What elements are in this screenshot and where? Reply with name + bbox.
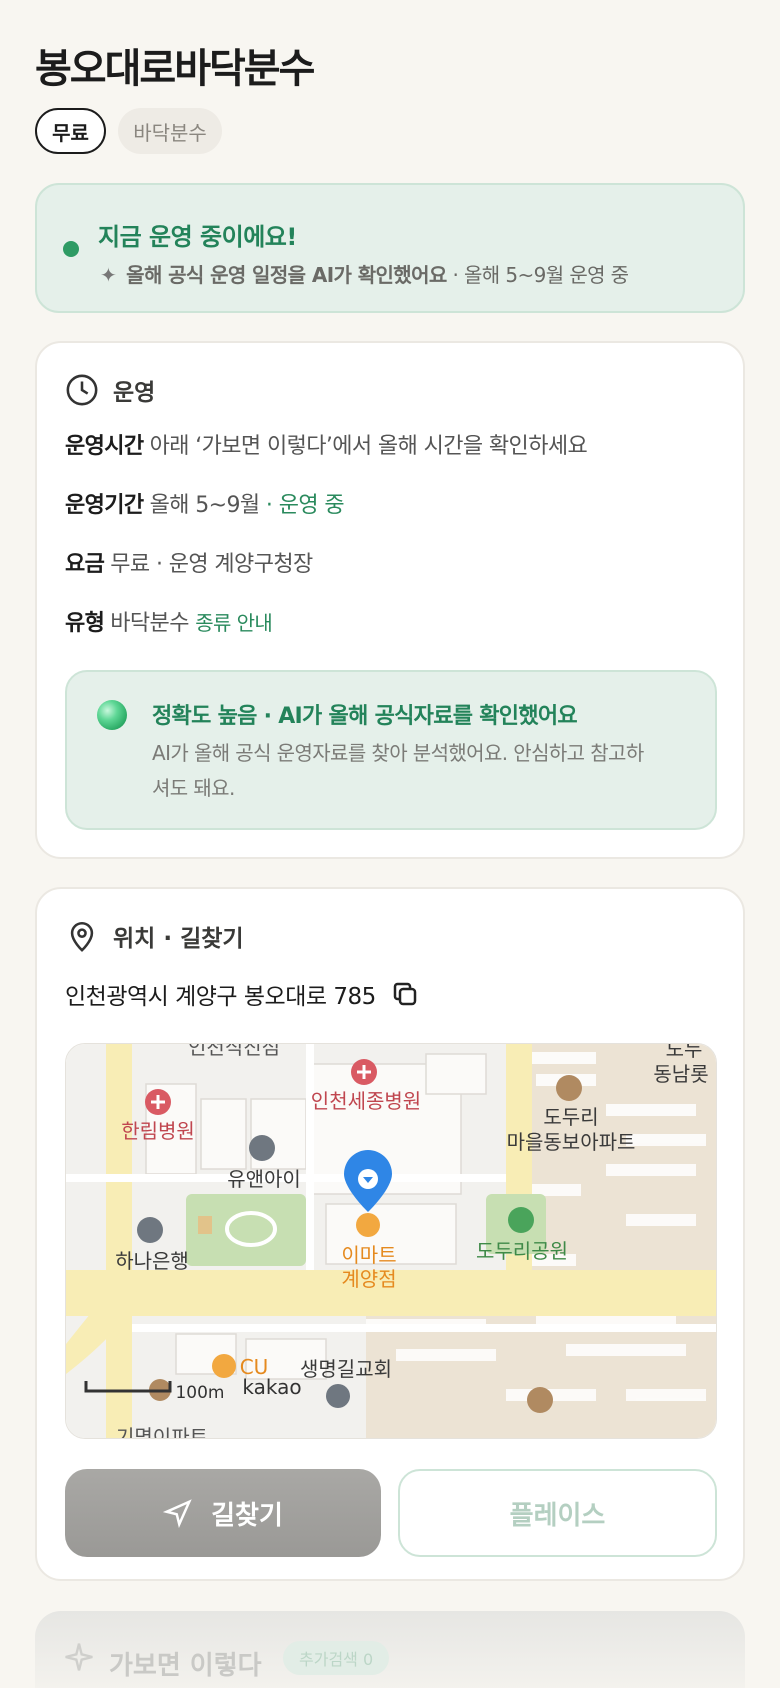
type-label: 유형 xyxy=(65,611,105,636)
label-mart2: 계양점 xyxy=(341,1267,396,1291)
address-text: 인천광역시 계양구 봉오대로 785 xyxy=(65,984,376,1010)
fee-label: 요금 xyxy=(65,552,105,577)
type-row: 유형 바닥분수 종류 안내 xyxy=(65,605,273,637)
label-mart1: 이마트 xyxy=(341,1243,396,1267)
label-park: 도두리공원 xyxy=(476,1239,568,1263)
label-scale: 100m xyxy=(175,1383,224,1403)
hours-value: 아래 ‘가보면 이렇다’에서 올해 시간을 확인하세요 xyxy=(149,434,588,459)
fee-value: 무료 · 운영 계양구청장 xyxy=(110,552,313,577)
operation-header: 운영 xyxy=(65,373,155,407)
operation-title: 운영 xyxy=(113,380,156,406)
status-subtitle: ✦ 올해 공식 운영 일정을 AI가 확인했어요 · 올해 5~9월 운영 중 xyxy=(100,259,629,288)
status-dot xyxy=(63,241,79,257)
label-apt2: 마을동보아파트 xyxy=(507,1130,636,1154)
status-banner: 지금 운영 중이에요! ✦ 올해 공식 운영 일정을 AI가 확인했어요 · 올해… xyxy=(35,183,745,313)
directions-button[interactable]: 길찾기 xyxy=(65,1469,381,1557)
address-row: 인천광역시 계양구 봉오대로 785 xyxy=(65,977,420,1011)
place-button[interactable]: 플레이스 xyxy=(398,1469,717,1557)
ai-note: 올해 공식 운영 일정을 AI가 확인했어요 xyxy=(126,263,447,287)
period-value: 올해 5~9월 xyxy=(149,493,261,518)
accuracy-body: AI가 올해 공식 운영자료를 찾아 분석했어요. 안심하고 참고하셔도 돼요. xyxy=(152,741,644,800)
label-hospital2: 인천세종병원 xyxy=(311,1089,421,1113)
label-hospital1: 한림병원 xyxy=(121,1119,195,1143)
sparkle-icon xyxy=(65,1643,93,1671)
label-church: 생명길교회 xyxy=(300,1357,392,1381)
period-status: · 운영 중 xyxy=(265,493,345,518)
clock-icon xyxy=(66,374,98,406)
copy-icon[interactable] xyxy=(390,979,420,1009)
directions-label: 길찾기 xyxy=(211,1500,283,1531)
visit-review-title: 가보면 이렇다 xyxy=(109,1651,262,1681)
location-title: 위치 · 길찾기 xyxy=(113,926,244,952)
navigation-icon xyxy=(163,1499,192,1528)
fee-chip[interactable]: 무료 xyxy=(35,108,106,154)
label-apt4: 도두 xyxy=(666,1044,703,1061)
type-guide-link[interactable]: 종류 안내 xyxy=(195,611,273,635)
label-apt1: 도두리 xyxy=(543,1105,598,1129)
accuracy-box: 정확도 높음 · AI가 올해 공식자료를 확인했어요 AI가 올해 공식 운영… xyxy=(65,670,717,830)
schedule-text: · 올해 5~9월 운영 중 xyxy=(452,263,629,287)
period-row: 운영기간 올해 5~9월 · 운영 중 xyxy=(65,487,345,519)
label-apt3: 동남롯 xyxy=(653,1062,708,1086)
visit-review-card[interactable]: 가보면 이렇다 추가검색 0 xyxy=(35,1611,745,1688)
label-bottom-cut: 기명이파트 xyxy=(116,1425,208,1439)
location-header: 위치 · 길찾기 xyxy=(65,919,244,953)
status-title: 지금 운영 중이에요! xyxy=(98,223,297,251)
search-count-badge: 추가검색 0 xyxy=(283,1641,390,1675)
type-chip[interactable]: 바닥분수 xyxy=(118,108,222,154)
label-hotel: 유앤아이 xyxy=(227,1167,301,1191)
fee-row: 요금 무료 · 운영 계양구청장 xyxy=(65,546,313,578)
accuracy-title: 정확도 높음 · AI가 올해 공식자료를 확인했어요 xyxy=(152,704,578,729)
ai-orb-icon xyxy=(97,700,127,730)
pin-icon xyxy=(70,921,94,952)
type-value: 바닥분수 xyxy=(110,611,189,636)
label-bank: 하나은행 xyxy=(115,1249,189,1273)
label-brand: kakao xyxy=(242,1375,301,1399)
sparkle-icon: ✦ xyxy=(100,263,117,287)
map-canvas[interactable]: 인천직진점 한림병원 인천세종병원 유앤아이 하나은행 이마트 계양점 도두리공… xyxy=(66,1044,717,1439)
operation-card: 운영 운영시간 아래 ‘가보면 이렇다’에서 올해 시간을 확인하세요 운영기간 올… xyxy=(35,341,745,859)
label-top-cut: 인천직진점 xyxy=(188,1044,280,1059)
location-card: 위치 · 길찾기 인천광역시 계양구 봉오대로 785 인천직진점 한림병원 인… xyxy=(35,887,745,1581)
page-title: 봉오대로바닥분수 xyxy=(35,46,315,92)
hours-row: 운영시간 아래 ‘가보면 이렇다’에서 올해 시간을 확인하세요 xyxy=(65,428,588,460)
map-view[interactable]: 인천직진점 한림병원 인천세종병원 유앤아이 하나은행 이마트 계양점 도두리공… xyxy=(65,1043,717,1439)
period-label: 운영기간 xyxy=(65,493,144,518)
hours-label: 운영시간 xyxy=(65,434,144,459)
